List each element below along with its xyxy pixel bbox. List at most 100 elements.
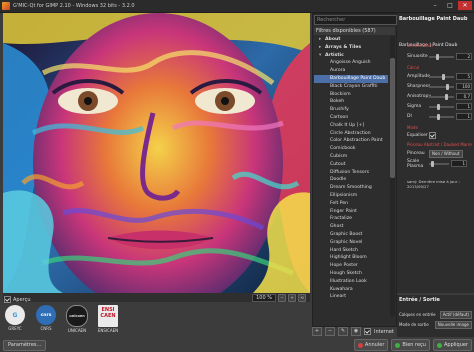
param-value[interactable]: 5 (456, 73, 472, 80)
io-header[interactable]: Entrée / Sortie (399, 297, 440, 303)
visibility-icon[interactable]: ◉ (351, 327, 361, 336)
zoom-control: 100 % − + ⟲ (252, 293, 306, 302)
maximize-button[interactable]: □ (443, 1, 457, 10)
pinceau-select[interactable]: Non / Without (429, 149, 463, 158)
filter-label: Kuwahara (330, 286, 353, 292)
filter-item[interactable]: Hope Poster (314, 262, 388, 270)
minimize-button[interactable]: – (428, 1, 442, 10)
filter-label: Diffusion Tensors (330, 169, 369, 175)
zoom-level[interactable]: 100 % (252, 293, 276, 302)
preview-checkbox[interactable] (4, 296, 11, 303)
filter-category[interactable]: ▸ About (314, 36, 388, 44)
window-controls: – □ ✕ (428, 1, 472, 10)
zoom-reset-icon[interactable]: ⟲ (298, 293, 306, 302)
param-value[interactable]: 0.7 (456, 93, 472, 100)
filter-item[interactable]: Cutout (314, 161, 388, 169)
filter-item[interactable]: Angoisse Anguish (314, 59, 388, 67)
zoom-out-icon[interactable]: − (278, 293, 286, 302)
io-select[interactable]: Nouvelle image (434, 320, 472, 329)
filter-label: Barbouillage Paint Daub (330, 75, 386, 81)
rename-icon[interactable]: ✎ (338, 327, 348, 336)
param-label: Dl (407, 114, 412, 119)
filter-item[interactable]: Blockism (314, 91, 388, 99)
param-slider[interactable] (428, 113, 455, 120)
filter-item[interactable]: Ellipsionism (314, 192, 388, 200)
add-fave-icon[interactable]: + (312, 327, 322, 336)
param-slider[interactable] (428, 103, 455, 110)
param-value[interactable]: 100 (456, 83, 472, 90)
slider-knob[interactable] (445, 93, 449, 100)
filter-item[interactable]: Barbouillage Paint Daub (314, 74, 388, 83)
filter-item[interactable]: Lineart (314, 293, 388, 301)
filter-item[interactable]: Cartoon (314, 114, 388, 122)
param-value[interactable]: 2 (456, 53, 472, 60)
filter-item[interactable]: Hard Sketch (314, 247, 388, 255)
preview-toggle[interactable]: Aperçu (4, 296, 31, 303)
param-label: Sinuosite (407, 54, 428, 59)
param-slider[interactable] (428, 53, 455, 60)
slider-knob[interactable] (446, 83, 450, 90)
filter-item[interactable]: Doodle (314, 176, 388, 184)
filter-item[interactable]: Ghost (314, 223, 388, 231)
filter-item[interactable]: Kuwahara (314, 286, 388, 294)
filter-item[interactable]: Illustration Look (314, 278, 388, 286)
equalize-row: Equaliser (407, 132, 472, 139)
internet-checkbox[interactable] (364, 328, 371, 335)
filter-item[interactable]: Black Crayon Graffiti (314, 83, 388, 91)
slider-knob[interactable] (441, 73, 445, 80)
filter-label: Circle Abstraction (330, 130, 371, 136)
scale-slider[interactable] (429, 160, 449, 167)
filter-item[interactable]: Diffusion Tensors (314, 169, 388, 177)
param-label: Sigma (407, 104, 422, 109)
filter-item[interactable]: Dream Smoothing (314, 184, 388, 192)
ok-button[interactable]: Bien reçu (391, 339, 430, 351)
apply-button[interactable]: Appliquer (432, 339, 472, 351)
param-value[interactable]: 1 (456, 113, 472, 120)
filter-item[interactable]: Comicbook (314, 145, 388, 153)
filter-item[interactable]: Fractalize (314, 215, 388, 223)
close-button[interactable]: ✕ (458, 1, 472, 10)
param-value[interactable]: 1 (456, 103, 472, 110)
sponsor-logos: G GREYC cnrs CNRS unicaen UNICAEN ENSI C… (4, 305, 304, 337)
param-slider[interactable] (429, 83, 455, 90)
filter-scrollbar[interactable] (390, 36, 395, 316)
preview-image[interactable] (3, 13, 310, 293)
filter-item[interactable]: Bokeh (314, 98, 388, 106)
zoom-bar: 100 % − + ⟲ (3, 293, 310, 302)
settings-button[interactable]: Paramètres... (3, 340, 47, 351)
scale-value[interactable]: 1 (451, 160, 467, 167)
filter-tree-header[interactable]: Filtres disponibles (587) (314, 27, 395, 35)
filter-label: Fractalize (330, 216, 352, 222)
filter-item[interactable]: Color Abstraction Paint (314, 137, 388, 145)
filter-item[interactable]: Highlight Bloom (314, 254, 388, 262)
remove-fave-icon[interactable]: − (325, 327, 335, 336)
filter-item[interactable]: Circle Abstraction (314, 130, 388, 138)
filter-label: Graphic Novel (330, 239, 363, 245)
equalize-label: Equaliser (407, 133, 428, 138)
search-input[interactable]: Rechercher (314, 15, 397, 25)
cancel-button[interactable]: Annuler (353, 339, 389, 351)
filter-label: Ellipsionism (330, 192, 358, 198)
slider-knob[interactable] (436, 103, 440, 110)
filter-category[interactable]: ▾ Artistic (314, 52, 388, 60)
filter-item[interactable]: Aurora (314, 67, 388, 75)
filter-item[interactable]: Graphic Boost (314, 231, 388, 239)
section-credit: Pinceau Abstrait / Daubed Marre (407, 142, 472, 147)
slider-knob[interactable] (431, 160, 434, 167)
io-select[interactable]: Actif (défaut) (439, 310, 472, 319)
scroll-thumb[interactable] (390, 58, 395, 178)
equalize-checkbox[interactable] (429, 132, 436, 139)
filter-item[interactable]: Cubism (314, 153, 388, 161)
filter-item[interactable]: Graphic Novel (314, 239, 388, 247)
filter-item[interactable]: Hough Sketch (314, 270, 388, 278)
slider-knob[interactable] (435, 53, 439, 60)
filter-item[interactable]: Finger Paint (314, 208, 388, 216)
filter-item[interactable]: Felt Pen (314, 200, 388, 208)
slider-knob[interactable] (436, 113, 440, 120)
filter-category[interactable]: ▸ Arrays & Tiles (314, 44, 388, 52)
param-slider[interactable] (429, 93, 455, 100)
filter-item[interactable]: Chalk It Up [+] (314, 122, 388, 130)
filter-item[interactable]: Brushify (314, 106, 388, 114)
param-slider[interactable] (429, 73, 455, 80)
zoom-in-icon[interactable]: + (288, 293, 296, 302)
